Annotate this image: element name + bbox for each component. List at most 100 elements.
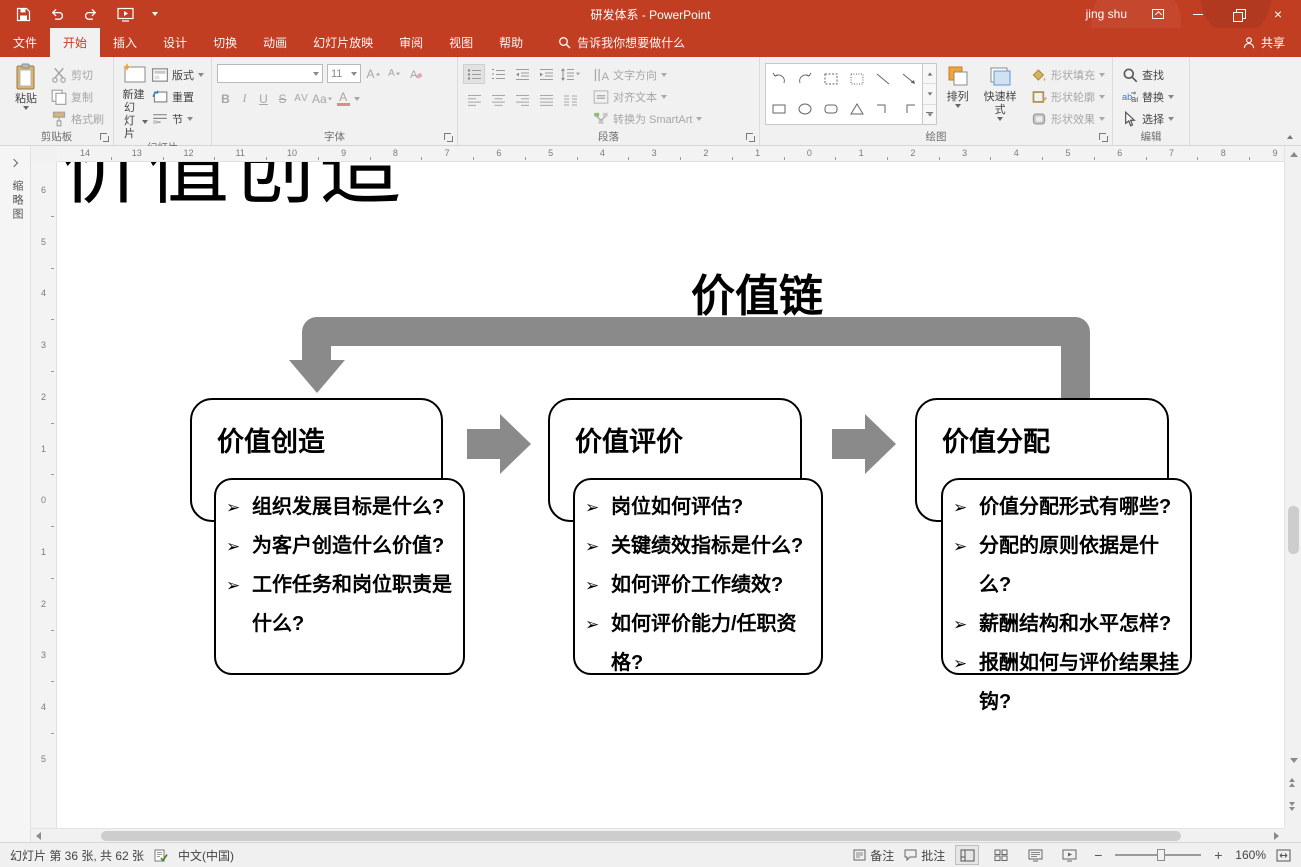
font-name-combo[interactable] xyxy=(217,64,323,83)
align-text-button[interactable]: 对齐文本 xyxy=(589,86,706,107)
tab-slideshow[interactable]: 幻灯片放映 xyxy=(300,28,386,57)
line-spacing-button[interactable] xyxy=(559,64,581,84)
detail-box-value-distribution[interactable]: ➢价值分配形式有哪些? ➢分配的原则依据是什么? ➢薪酬结构和水平怎样? ➢报酬… xyxy=(941,478,1192,675)
new-slide-button[interactable]: 新建 幻灯片 xyxy=(119,60,148,141)
slide-title-textbox[interactable]: 价值创造 xyxy=(61,162,405,210)
collapse-ribbon-button[interactable] xyxy=(1287,128,1293,142)
shapes-gallery[interactable] xyxy=(765,63,923,125)
vertical-scrollbar[interactable] xyxy=(1284,146,1301,828)
shapes-gallery-scrollbar[interactable] xyxy=(923,63,937,125)
copy-button[interactable]: 复制 xyxy=(47,86,108,107)
comments-button[interactable]: 批注 xyxy=(904,847,945,864)
shapes-scroll-down[interactable] xyxy=(923,84,936,104)
undo-button[interactable] xyxy=(49,7,65,22)
format-painter-button[interactable]: 格式刷 xyxy=(47,108,108,129)
shape-oval[interactable] xyxy=(792,94,818,124)
detail-box-value-evaluation[interactable]: ➢岗位如何评估? ➢关键绩效指标是什么? ➢如何评价工作绩效? ➢如何评价能力/… xyxy=(573,478,823,675)
font-color-button[interactable]: A xyxy=(335,89,352,108)
find-button[interactable]: 查找 xyxy=(1118,64,1178,85)
italic-button[interactable]: I xyxy=(236,89,253,108)
shape-select-rect-2[interactable] xyxy=(844,64,870,94)
align-center-button[interactable] xyxy=(487,90,509,110)
numbering-button[interactable] xyxy=(487,64,509,84)
tab-review[interactable]: 审阅 xyxy=(386,28,436,57)
horizontal-scrollbar-thumb[interactable] xyxy=(101,831,1181,841)
replace-button[interactable]: abac 替换 xyxy=(1118,86,1178,107)
scroll-left-arrow[interactable] xyxy=(36,832,41,840)
save-button[interactable] xyxy=(16,7,31,22)
change-case-button[interactable]: Aa xyxy=(312,89,333,108)
ribbon-display-options-button[interactable] xyxy=(1149,5,1167,23)
shape-line-arrow[interactable] xyxy=(896,64,922,94)
tab-insert[interactable]: 插入 xyxy=(100,28,150,57)
shape-outline-button[interactable]: 形状轮廓 xyxy=(1027,86,1109,107)
previous-slide-button[interactable] xyxy=(1289,778,1295,787)
bold-button[interactable]: B xyxy=(217,89,234,108)
fit-slide-to-window-button[interactable] xyxy=(1276,849,1291,862)
shape-elbow-connector-2[interactable] xyxy=(896,94,922,124)
shape-fill-button[interactable]: 形状填充 xyxy=(1027,64,1109,85)
shapes-scroll-up[interactable] xyxy=(923,64,936,84)
account-name[interactable]: jing shu xyxy=(1086,7,1127,21)
notes-button[interactable]: 备注 xyxy=(853,847,894,864)
scroll-down-arrow[interactable] xyxy=(1290,758,1298,763)
slide-canvas[interactable]: 价值创造 价值链 价值创造 价值评价 价值分配 ➢组织发展目标是什么? ➢为客户… xyxy=(57,162,1284,828)
minimize-button[interactable] xyxy=(1189,5,1207,23)
tab-design[interactable]: 设计 xyxy=(150,28,200,57)
shape-curved-arrow-right[interactable] xyxy=(792,64,818,94)
tab-animations[interactable]: 动画 xyxy=(250,28,300,57)
decrease-indent-button[interactable] xyxy=(511,64,533,84)
value-chain-arrow-right-segment[interactable] xyxy=(1061,332,1090,400)
grow-font-button[interactable]: A xyxy=(365,64,382,83)
reset-button[interactable]: 重置 xyxy=(148,86,208,107)
thumbnails-pane-collapsed[interactable]: 缩略图 xyxy=(0,146,31,842)
value-chain-label[interactable]: 价值链 xyxy=(627,260,887,324)
align-right-button[interactable] xyxy=(511,90,533,110)
flow-arrow-2-shaft[interactable] xyxy=(832,429,865,459)
slideshow-view-button[interactable] xyxy=(1057,845,1081,865)
columns-button[interactable] xyxy=(559,90,581,110)
vertical-scrollbar-thumb[interactable] xyxy=(1288,506,1299,554)
tab-view[interactable]: 视图 xyxy=(436,28,486,57)
shape-triangle[interactable] xyxy=(844,94,870,124)
flow-arrow-2-head[interactable] xyxy=(865,414,896,474)
language-indicator[interactable]: 中文(中国) xyxy=(178,847,234,864)
increase-indent-button[interactable] xyxy=(535,64,557,84)
normal-view-button[interactable] xyxy=(955,845,979,865)
tab-home[interactable]: 开始 xyxy=(50,28,100,57)
underline-button[interactable]: U xyxy=(255,89,272,108)
zoom-in-button[interactable]: + xyxy=(1211,847,1225,863)
shape-line[interactable] xyxy=(870,64,896,94)
slide-number-indicator[interactable]: 幻灯片 第 36 张, 共 62 张 xyxy=(10,847,144,864)
scroll-right-arrow[interactable] xyxy=(1274,832,1279,840)
shape-curved-arrow-left[interactable] xyxy=(766,64,792,94)
layout-button[interactable]: 版式 xyxy=(148,64,208,85)
font-dialog-launcher[interactable] xyxy=(444,133,454,143)
strikethrough-button[interactable]: S xyxy=(274,89,291,108)
shape-elbow-connector[interactable] xyxy=(870,94,896,124)
tab-file[interactable]: 文件 xyxy=(0,28,50,57)
customize-qat-button[interactable] xyxy=(152,12,158,16)
share-button[interactable]: 共享 xyxy=(1242,28,1301,57)
shape-rounded-rectangle[interactable] xyxy=(818,94,844,124)
align-left-button[interactable] xyxy=(463,90,485,110)
detail-box-value-creation[interactable]: ➢组织发展目标是什么? ➢为客户创造什么价值? ➢工作任务和岗位职责是什么? xyxy=(214,478,465,675)
paragraph-dialog-launcher[interactable] xyxy=(746,133,756,143)
redo-button[interactable] xyxy=(83,7,99,22)
shape-rectangle[interactable] xyxy=(766,94,792,124)
value-chain-arrow-horizontal[interactable] xyxy=(302,317,1090,346)
zoom-slider[interactable] xyxy=(1115,854,1201,856)
shape-select-rect[interactable] xyxy=(818,64,844,94)
tell-me-search[interactable]: 告诉我你想要做什么 xyxy=(558,28,685,57)
restore-button[interactable] xyxy=(1229,5,1247,23)
start-slideshow-button[interactable] xyxy=(117,7,134,22)
slide-sorter-view-button[interactable] xyxy=(989,845,1013,865)
character-spacing-button[interactable]: AV xyxy=(293,89,310,108)
cut-button[interactable]: 剪切 xyxy=(47,64,108,85)
zoom-out-button[interactable]: − xyxy=(1091,847,1105,863)
flow-arrow-1-head[interactable] xyxy=(500,414,531,474)
zoom-level-button[interactable]: 160% xyxy=(1235,848,1266,862)
close-button[interactable]: × xyxy=(1269,5,1287,23)
section-button[interactable]: 节 xyxy=(148,108,208,129)
tab-transitions[interactable]: 切换 xyxy=(200,28,250,57)
